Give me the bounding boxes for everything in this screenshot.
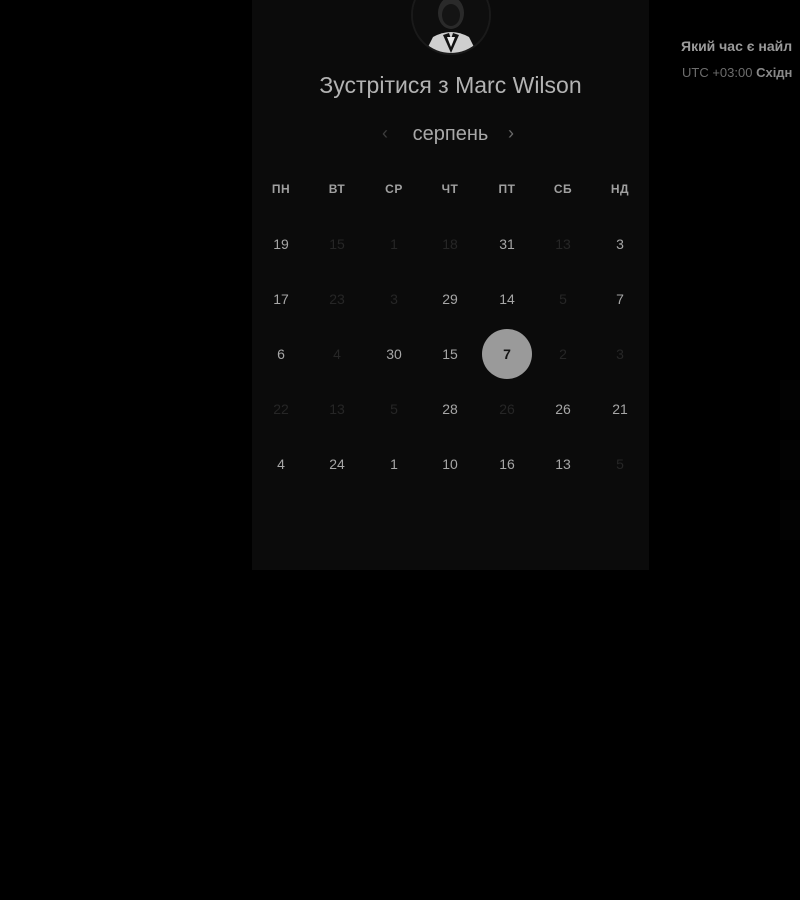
weekday-label: ПТ	[498, 182, 516, 196]
time-slot[interactable]	[780, 500, 800, 540]
time-slot[interactable]	[780, 440, 800, 480]
calendar-day[interactable]: 7	[595, 274, 645, 324]
month-label: серпень	[412, 123, 489, 145]
calendar-day: 13	[329, 401, 345, 417]
calendar-day: 4	[333, 346, 341, 362]
calendar-day[interactable]: 15	[425, 329, 475, 379]
weekday-label: СБ	[553, 182, 573, 196]
calendar-day[interactable]: 3	[595, 219, 645, 269]
calendar-day[interactable]: 26	[538, 384, 588, 434]
calendar-day: 3	[616, 346, 624, 362]
calendar-day[interactable]: 30	[369, 329, 419, 379]
calendar-day: 13	[555, 236, 571, 252]
calendar-day[interactable]: 17	[256, 274, 306, 324]
time-slot[interactable]	[780, 380, 800, 420]
calendar-day[interactable]: 16	[482, 439, 532, 489]
selected-day[interactable]: 7	[482, 329, 532, 379]
time-question: Який час є найл	[681, 38, 793, 54]
weekday-label: ПН	[271, 182, 291, 196]
calendar-day[interactable]: 29	[425, 274, 475, 324]
calendar-day: 5	[616, 456, 624, 472]
calendar-day: 23	[329, 291, 345, 307]
weekday-header: ПН ВТ СР ЧТ ПТ СБ НД	[0, 182, 800, 200]
calendar-day[interactable]: 6	[256, 329, 306, 379]
calendar-day[interactable]: 21	[595, 384, 645, 434]
calendar-day[interactable]: 24	[312, 439, 362, 489]
booking-page: Зустрітися з Marc Wilson ‹ серпень › ПН …	[0, 0, 800, 900]
calendar-day: 18	[442, 236, 458, 252]
calendar-day[interactable]: 13	[538, 439, 588, 489]
calendar-day: 5	[559, 291, 567, 307]
timezone-offset: UTC +03:00	[682, 65, 753, 80]
weekday-label: СР	[385, 182, 403, 196]
calendar-day: 5	[390, 401, 398, 417]
calendar-day[interactable]: 4	[256, 439, 306, 489]
weekday-label: ЧТ	[441, 182, 459, 196]
chevron-left-icon[interactable]: ‹	[382, 123, 388, 144]
calendar-day[interactable]: 14	[482, 274, 532, 324]
calendar-day: 22	[273, 401, 289, 417]
month-navigation: ‹ серпень ›	[252, 120, 649, 150]
weekday-label: НД	[610, 182, 630, 196]
weekday-label: ВТ	[328, 182, 346, 196]
calendar-day: 2	[559, 346, 567, 362]
calendar-day[interactable]: 28	[425, 384, 475, 434]
chevron-right-icon[interactable]: ›	[508, 123, 514, 144]
page-title: Зустрітися з Marc Wilson	[319, 72, 582, 98]
calendar-day[interactable]: 31	[482, 219, 532, 269]
calendar-day: 26	[499, 401, 515, 417]
calendar-day[interactable]: 10	[425, 439, 475, 489]
calendar-day[interactable]: 19	[256, 219, 306, 269]
calendar-day: 15	[329, 236, 345, 252]
calendar-day: 1	[390, 236, 398, 252]
timezone-name: Східн	[756, 65, 793, 80]
calendar-day[interactable]: 1	[369, 439, 419, 489]
calendar-day: 3	[390, 291, 398, 307]
timezone-selector[interactable]: UTC +03:00 Східн	[682, 65, 792, 80]
